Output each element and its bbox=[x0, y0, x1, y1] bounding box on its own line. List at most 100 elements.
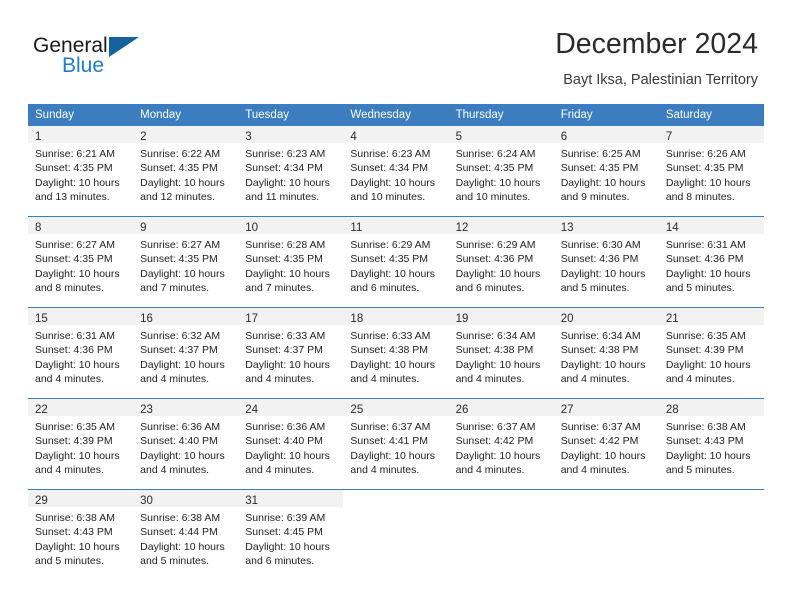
calendar-day-cell[interactable]: 17 Sunrise: 6:33 AM Sunset: 4:37 PM Dayligh… bbox=[238, 307, 344, 399]
weekday-header-sunday: Sunday bbox=[28, 104, 134, 126]
calendar-day-cell[interactable]: 11 Sunrise: 6:29 AM Sunset: 4:35 PM Dayligh… bbox=[343, 216, 449, 308]
calendar-week-row: 15 Sunrise: 6:31 AM Sunset: 4:36 PM Dayligh… bbox=[28, 307, 764, 399]
day-cell-inner: 16 Sunrise: 6:32 AM Sunset: 4:37 PM Dayligh… bbox=[133, 308, 239, 398]
blue-triangle-icon bbox=[109, 37, 139, 57]
calendar-day-cell[interactable]: 8 Sunrise: 6:27 AM Sunset: 4:35 PM Daylight… bbox=[28, 216, 134, 308]
daylight-text-line1: Daylight: 10 hours bbox=[140, 540, 225, 553]
sunrise-text: Sunrise: 6:28 AM bbox=[245, 239, 326, 251]
day-number-band bbox=[448, 490, 554, 507]
page-subtitle: Bayt Iksa, Palestinian Territory bbox=[563, 71, 758, 88]
calendar-day-cell[interactable]: 20 Sunrise: 6:34 AM Sunset: 4:38 PM Dayligh… bbox=[553, 307, 659, 399]
day-number-band bbox=[343, 490, 449, 507]
calendar-day-cell[interactable]: 9 Sunrise: 6:27 AM Sunset: 4:35 PM Daylight… bbox=[133, 216, 239, 308]
calendar-day-cell[interactable]: 31 Sunrise: 6:39 AM Sunset: 4:45 PM Dayligh… bbox=[238, 489, 344, 580]
day-number-band: 4 bbox=[343, 126, 449, 143]
day-details: Sunrise: 6:37 AM Sunset: 4:41 PM Daylight:… bbox=[343, 416, 448, 477]
day-number: 1 bbox=[35, 131, 42, 143]
daylight-text-line1: Daylight: 10 hours bbox=[140, 358, 225, 371]
calendar-day-cell[interactable]: 25 Sunrise: 6:37 AM Sunset: 4:41 PM Dayligh… bbox=[343, 398, 449, 490]
daylight-text-line2: and 6 minutes. bbox=[350, 281, 420, 294]
weekday-header-wednesday: Wednesday bbox=[343, 104, 449, 126]
day-number: 24 bbox=[245, 404, 259, 416]
daylight-text-line2: and 4 minutes. bbox=[665, 372, 735, 385]
calendar-day-cell[interactable]: 26 Sunrise: 6:37 AM Sunset: 4:42 PM Dayligh… bbox=[448, 398, 554, 490]
day-cell-inner bbox=[658, 490, 764, 580]
sunset-text: Sunset: 4:38 PM bbox=[560, 344, 639, 357]
calendar-day-cell[interactable]: 19 Sunrise: 6:34 AM Sunset: 4:38 PM Dayligh… bbox=[448, 307, 554, 399]
day-details: Sunrise: 6:29 AM Sunset: 4:35 PM Daylight:… bbox=[343, 234, 448, 295]
day-details: Sunrise: 6:22 AM Sunset: 4:35 PM Daylight:… bbox=[133, 143, 238, 204]
day-number: 14 bbox=[665, 222, 679, 234]
day-number-band: 12 bbox=[448, 217, 554, 234]
calendar-day-cell[interactable]: 24 Sunrise: 6:36 AM Sunset: 4:40 PM Dayligh… bbox=[238, 398, 344, 490]
day-cell-inner: 18 Sunrise: 6:33 AM Sunset: 4:38 PM Dayligh… bbox=[343, 308, 449, 398]
calendar-day-cell[interactable]: 12 Sunrise: 6:29 AM Sunset: 4:36 PM Dayligh… bbox=[448, 216, 554, 308]
sunset-text: Sunset: 4:36 PM bbox=[455, 253, 534, 266]
day-number-band: 28 bbox=[658, 399, 764, 416]
sunset-text: Sunset: 4:42 PM bbox=[455, 435, 534, 448]
calendar-day-cell[interactable]: 28 Sunrise: 6:38 AM Sunset: 4:43 PM Dayligh… bbox=[658, 398, 764, 490]
sunrise-text: Sunrise: 6:23 AM bbox=[245, 148, 326, 160]
day-cell-inner: 21 Sunrise: 6:35 AM Sunset: 4:39 PM Dayligh… bbox=[658, 308, 764, 398]
sunset-text: Sunset: 4:41 PM bbox=[350, 435, 429, 448]
day-number: 18 bbox=[350, 313, 364, 325]
sunrise-text: Sunrise: 6:21 AM bbox=[35, 148, 115, 160]
sunrise-text: Sunrise: 6:36 AM bbox=[245, 421, 326, 433]
brand-logo[interactable]: General Blue bbox=[33, 34, 233, 90]
calendar-day-cell[interactable]: 21 Sunrise: 6:35 AM Sunset: 4:39 PM Dayligh… bbox=[658, 307, 764, 399]
calendar-day-cell-empty bbox=[448, 489, 554, 580]
day-number-band: 22 bbox=[28, 399, 134, 416]
sunset-text: Sunset: 4:42 PM bbox=[560, 435, 639, 448]
calendar-week-row: 22 Sunrise: 6:35 AM Sunset: 4:39 PM Dayligh… bbox=[28, 398, 764, 490]
sunrise-text: Sunrise: 6:31 AM bbox=[35, 330, 115, 342]
daylight-text-line2: and 4 minutes. bbox=[455, 463, 525, 476]
calendar-day-cell[interactable]: 13 Sunrise: 6:30 AM Sunset: 4:36 PM Dayligh… bbox=[553, 216, 659, 308]
sunset-text: Sunset: 4:43 PM bbox=[665, 435, 744, 448]
calendar-day-cell[interactable]: 2 Sunrise: 6:22 AM Sunset: 4:35 PM Daylight… bbox=[133, 126, 239, 217]
day-number-band: 24 bbox=[238, 399, 344, 416]
day-number-band: 13 bbox=[553, 217, 659, 234]
day-cell-inner: 19 Sunrise: 6:34 AM Sunset: 4:38 PM Dayligh… bbox=[448, 308, 554, 398]
day-cell-inner: 15 Sunrise: 6:31 AM Sunset: 4:36 PM Dayligh… bbox=[28, 308, 134, 398]
sunrise-text: Sunrise: 6:24 AM bbox=[455, 148, 536, 160]
calendar-day-cell[interactable]: 18 Sunrise: 6:33 AM Sunset: 4:38 PM Dayligh… bbox=[343, 307, 449, 399]
sunset-text: Sunset: 4:36 PM bbox=[35, 344, 113, 357]
sunrise-text: Sunrise: 6:29 AM bbox=[455, 239, 536, 251]
calendar-day-cell[interactable]: 15 Sunrise: 6:31 AM Sunset: 4:36 PM Dayligh… bbox=[28, 307, 134, 399]
sunset-text: Sunset: 4:34 PM bbox=[245, 162, 323, 175]
sunrise-text: Sunrise: 6:37 AM bbox=[350, 421, 431, 433]
calendar-day-cell[interactable]: 1 Sunrise: 6:21 AM Sunset: 4:35 PM Daylight… bbox=[28, 126, 134, 217]
day-number: 11 bbox=[350, 222, 363, 234]
daylight-text-line1: Daylight: 10 hours bbox=[455, 176, 541, 189]
day-number-band: 26 bbox=[448, 399, 554, 416]
calendar-day-cell[interactable]: 27 Sunrise: 6:37 AM Sunset: 4:42 PM Dayligh… bbox=[553, 398, 659, 490]
calendar-day-cell[interactable]: 30 Sunrise: 6:38 AM Sunset: 4:44 PM Dayligh… bbox=[133, 489, 239, 580]
daylight-text-line2: and 4 minutes. bbox=[350, 463, 420, 476]
day-cell-inner: 6 Sunrise: 6:25 AM Sunset: 4:35 PM Daylight… bbox=[553, 126, 659, 216]
daylight-text-line2: and 4 minutes. bbox=[245, 372, 315, 385]
day-cell-inner: 12 Sunrise: 6:29 AM Sunset: 4:36 PM Dayligh… bbox=[448, 217, 554, 307]
calendar-day-cell[interactable]: 6 Sunrise: 6:25 AM Sunset: 4:35 PM Daylight… bbox=[553, 126, 659, 217]
calendar-day-cell[interactable]: 29 Sunrise: 6:38 AM Sunset: 4:43 PM Dayligh… bbox=[28, 489, 134, 580]
sunrise-text: Sunrise: 6:35 AM bbox=[665, 330, 746, 342]
day-cell-inner: 5 Sunrise: 6:24 AM Sunset: 4:35 PM Daylight… bbox=[448, 126, 554, 216]
sunset-text: Sunset: 4:36 PM bbox=[560, 253, 639, 266]
calendar-day-cell[interactable]: 10 Sunrise: 6:28 AM Sunset: 4:35 PM Dayligh… bbox=[238, 216, 344, 308]
daylight-text-line1: Daylight: 10 hours bbox=[560, 449, 646, 462]
calendar-day-cell[interactable]: 16 Sunrise: 6:32 AM Sunset: 4:37 PM Dayligh… bbox=[133, 307, 239, 399]
calendar-day-cell[interactable]: 4 Sunrise: 6:23 AM Sunset: 4:34 PM Daylight… bbox=[343, 126, 449, 217]
daylight-text-line2: and 5 minutes. bbox=[560, 281, 630, 294]
day-details: Sunrise: 6:23 AM Sunset: 4:34 PM Daylight:… bbox=[343, 143, 448, 204]
day-cell-inner: 3 Sunrise: 6:23 AM Sunset: 4:34 PM Daylight… bbox=[238, 126, 344, 216]
calendar-day-cell[interactable]: 7 Sunrise: 6:26 AM Sunset: 4:35 PM Daylight… bbox=[658, 126, 764, 217]
calendar-day-cell[interactable]: 3 Sunrise: 6:23 AM Sunset: 4:34 PM Daylight… bbox=[238, 126, 344, 217]
daylight-text-line1: Daylight: 10 hours bbox=[140, 176, 225, 189]
daylight-text-line2: and 7 minutes. bbox=[245, 281, 315, 294]
calendar-day-cell[interactable]: 14 Sunrise: 6:31 AM Sunset: 4:36 PM Dayligh… bbox=[658, 216, 764, 308]
sunset-text: Sunset: 4:35 PM bbox=[35, 162, 113, 175]
day-cell-inner: 30 Sunrise: 6:38 AM Sunset: 4:44 PM Dayligh… bbox=[133, 490, 239, 580]
calendar-day-cell[interactable]: 22 Sunrise: 6:35 AM Sunset: 4:39 PM Dayligh… bbox=[28, 398, 134, 490]
calendar-day-cell[interactable]: 5 Sunrise: 6:24 AM Sunset: 4:35 PM Daylight… bbox=[448, 126, 554, 217]
calendar-day-cell[interactable]: 23 Sunrise: 6:36 AM Sunset: 4:40 PM Dayligh… bbox=[133, 398, 239, 490]
daylight-text-line1: Daylight: 10 hours bbox=[140, 449, 225, 462]
